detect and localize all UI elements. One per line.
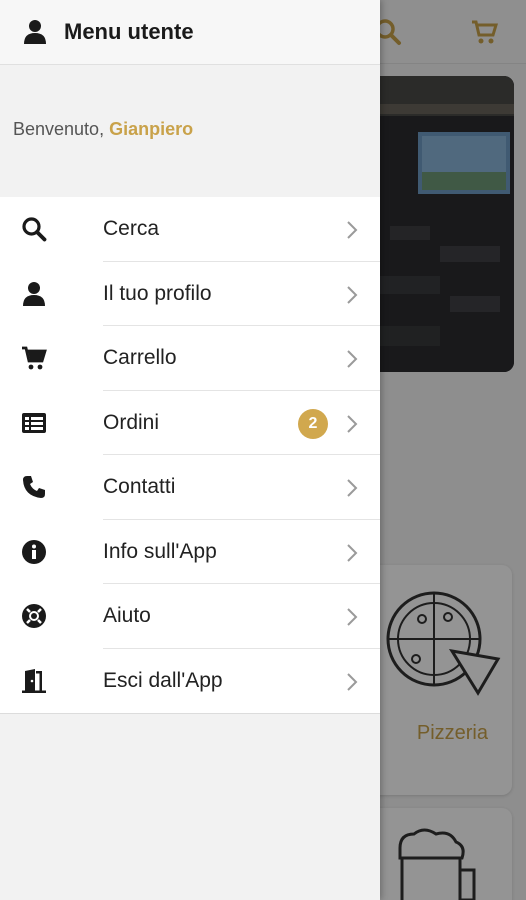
chevron-right-icon	[347, 543, 358, 562]
phone-icon	[23, 476, 45, 498]
cart-icon	[22, 346, 47, 370]
menu-item-label: Contatti	[103, 475, 176, 498]
chevron-right-icon	[347, 672, 358, 691]
menu-item-label: Carrello	[103, 346, 177, 369]
menu-item-exit[interactable]: Esci dall'App	[0, 649, 380, 714]
menu-item-label: Il tuo profilo	[103, 281, 212, 305]
menu-item-help[interactable]: Aiuto	[0, 584, 380, 649]
chevron-right-icon	[347, 479, 358, 497]
exit-door-icon	[22, 668, 46, 693]
chevron-right-icon	[347, 350, 358, 368]
info-icon	[22, 539, 46, 564]
user-icon	[23, 281, 45, 306]
menu-list: Cerca Il tuo profilo Carrello Ordini 2 C…	[0, 197, 380, 713]
menu-item-label: Ordini	[103, 410, 160, 434]
menu-item-app-info[interactable]: Info sull'App	[0, 520, 380, 584]
user-icon	[24, 20, 46, 44]
chevron-right-icon	[347, 285, 358, 304]
menu-item-profile[interactable]: Il tuo profilo	[0, 262, 380, 326]
menu-item-label: Cerca	[103, 217, 160, 240]
menu-item-label: Esci dall'App	[103, 668, 223, 692]
list-icon	[22, 412, 46, 433]
menu-item-label: Info sull'App	[103, 539, 217, 563]
user-menu-drawer: Menu utente Benvenuto, Gianpiero Cerca I…	[0, 0, 380, 900]
user-name: Gianpiero	[109, 119, 194, 139]
menu-item-search[interactable]: Cerca	[0, 197, 380, 262]
menu-item-cart[interactable]: Carrello	[0, 326, 380, 391]
welcome-prefix: Benvenuto,	[13, 119, 110, 139]
menu-item-label: Aiuto	[103, 604, 151, 627]
menu-item-contacts[interactable]: Contatti	[0, 455, 380, 520]
drawer-header: Menu utente	[0, 0, 380, 65]
welcome-message: Benvenuto, Gianpiero	[0, 65, 380, 197]
menu-bottom-border	[0, 713, 380, 714]
orders-count-badge: 2	[298, 408, 328, 439]
chevron-right-icon	[347, 608, 358, 626]
chevron-right-icon	[347, 414, 358, 433]
lifebuoy-icon	[22, 604, 46, 628]
drawer-title: Menu utente	[64, 19, 194, 44]
chevron-right-icon	[347, 221, 358, 239]
search-icon	[22, 217, 47, 242]
menu-item-orders[interactable]: Ordini 2	[0, 391, 380, 455]
